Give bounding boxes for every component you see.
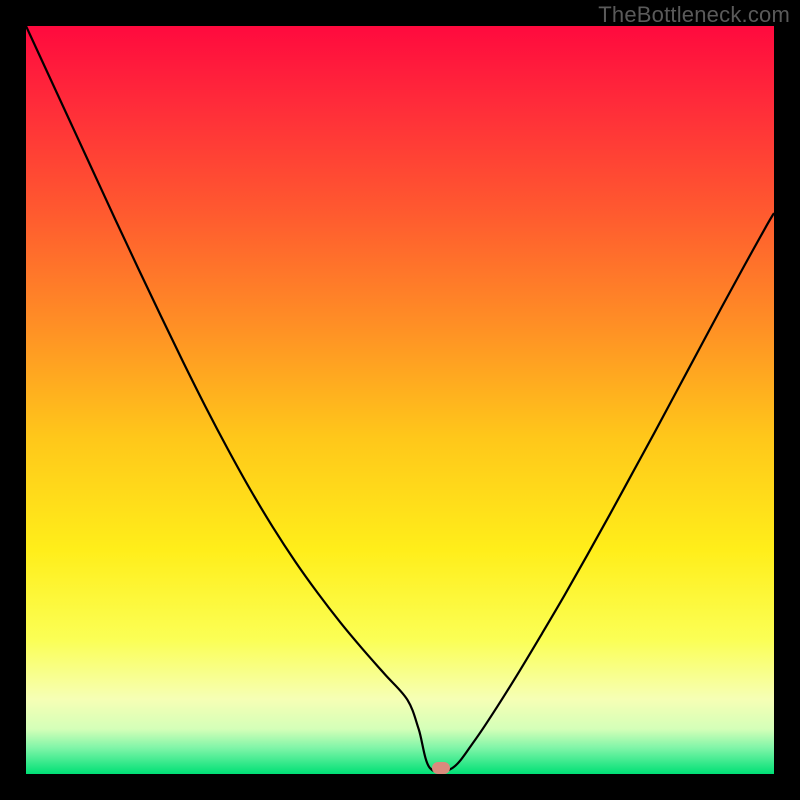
- optimum-marker: [432, 762, 450, 774]
- bottleneck-curve: [26, 26, 774, 774]
- plot-area: [26, 26, 774, 774]
- chart-frame: TheBottleneck.com: [0, 0, 800, 800]
- watermark-text: TheBottleneck.com: [598, 2, 790, 28]
